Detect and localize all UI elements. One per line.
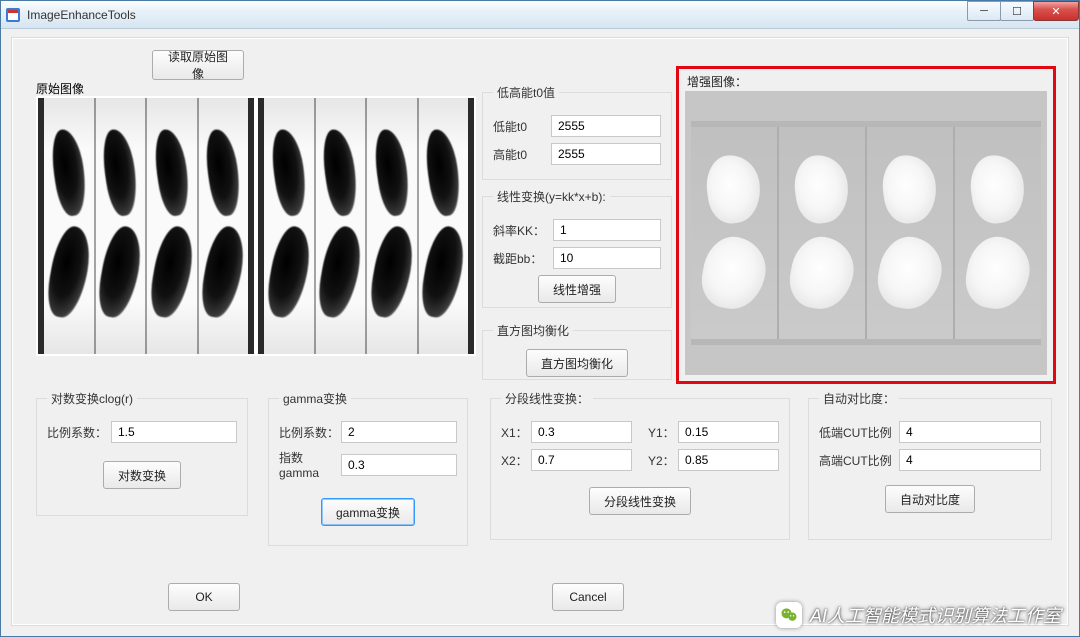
high-cut-input[interactable] [899, 449, 1041, 471]
log-group-label: 对数变换clog(r) [47, 390, 137, 407]
auto-contrast-button[interactable]: 自动对比度 [885, 485, 975, 513]
window-title: ImageEnhanceTools [27, 8, 136, 22]
gamma-group: gamma变换 比例系数： 指数gamma gamma变换 [268, 390, 468, 546]
minimize-button[interactable]: ─ [967, 1, 1001, 21]
gamma-ratio-input[interactable] [341, 421, 457, 443]
piecewise-group-label: 分段线性变换： [501, 390, 593, 407]
y2-label: Y2： [648, 452, 678, 469]
bb-input[interactable] [553, 247, 661, 269]
log-transform-button[interactable]: 对数变换 [103, 461, 181, 489]
histogram-eq-button[interactable]: 直方图均衡化 [526, 349, 628, 377]
linear-group-label: 线性变换(y=kk*x+b): [493, 188, 610, 205]
x1-input[interactable] [531, 421, 632, 443]
x1-label: X1： [501, 424, 531, 441]
gamma-group-label: gamma变换 [279, 390, 351, 407]
t0-group: 低高能t0值 低能t0 高能t0 [482, 84, 672, 180]
enhanced-image-view [685, 91, 1047, 375]
log-group: 对数变换clog(r) 比例系数： 对数变换 [36, 390, 248, 516]
x2-input[interactable] [531, 449, 632, 471]
app-window: ImageEnhanceTools ─ ☐ ✕ 读取原始图像 原始图像 [0, 0, 1080, 637]
log-ratio-label: 比例系数： [47, 424, 111, 441]
close-button[interactable]: ✕ [1033, 1, 1079, 21]
maximize-button[interactable]: ☐ [1000, 1, 1034, 21]
y1-input[interactable] [678, 421, 779, 443]
auto-contrast-group-label: 自动对比度： [819, 390, 899, 407]
original-image-label: 原始图像 [36, 80, 84, 97]
client-area: 读取原始图像 原始图像 低高能t0值 低能t0 [11, 37, 1069, 626]
gamma-transform-button[interactable]: gamma变换 [321, 498, 415, 526]
gamma-exp-label: 指数gamma [279, 449, 341, 480]
cancel-button[interactable]: Cancel [552, 583, 624, 611]
high-cut-label: 高端CUT比例 [819, 452, 899, 469]
y2-input[interactable] [678, 449, 779, 471]
low-cut-input[interactable] [899, 421, 1041, 443]
histogram-group: 直方图均衡化 直方图均衡化 [482, 322, 672, 380]
y1-label: Y1： [648, 424, 678, 441]
app-icon [5, 7, 21, 23]
kk-input[interactable] [553, 219, 661, 241]
low-cut-label: 低端CUT比例 [819, 424, 899, 441]
bb-label: 截距bb： [493, 250, 553, 267]
histogram-group-label: 直方图均衡化 [493, 322, 573, 339]
linear-group: 线性变换(y=kk*x+b): 斜率KK： 截距bb： 线性增强 [482, 188, 672, 308]
titlebar: ImageEnhanceTools ─ ☐ ✕ [1, 1, 1079, 29]
enhanced-image-highlight: 增强图像： [676, 66, 1056, 384]
low-t0-input[interactable] [551, 115, 661, 137]
kk-label: 斜率KK： [493, 222, 553, 239]
t0-group-label: 低高能t0值 [493, 84, 559, 101]
gamma-ratio-label: 比例系数： [279, 424, 341, 441]
x2-label: X2： [501, 452, 531, 469]
original-image-view [36, 96, 476, 356]
xray-strip-right [258, 98, 474, 354]
high-t0-label: 高能t0 [493, 146, 551, 163]
gamma-exp-input[interactable] [341, 454, 457, 476]
load-original-button[interactable]: 读取原始图像 [152, 50, 244, 80]
log-ratio-input[interactable] [111, 421, 237, 443]
enhanced-image-label: 增强图像： [687, 73, 747, 90]
high-t0-input[interactable] [551, 143, 661, 165]
low-t0-label: 低能t0 [493, 118, 551, 135]
ok-button[interactable]: OK [168, 583, 240, 611]
window-controls: ─ ☐ ✕ [968, 1, 1079, 21]
linear-enhance-button[interactable]: 线性增强 [538, 275, 616, 303]
piecewise-button[interactable]: 分段线性变换 [589, 487, 691, 515]
auto-contrast-group: 自动对比度： 低端CUT比例 高端CUT比例 自动对比度 [808, 390, 1052, 540]
xray-strip-left [38, 98, 254, 354]
piecewise-group: 分段线性变换： X1： Y1： X2： Y2： 分段线性变换 [490, 390, 790, 540]
